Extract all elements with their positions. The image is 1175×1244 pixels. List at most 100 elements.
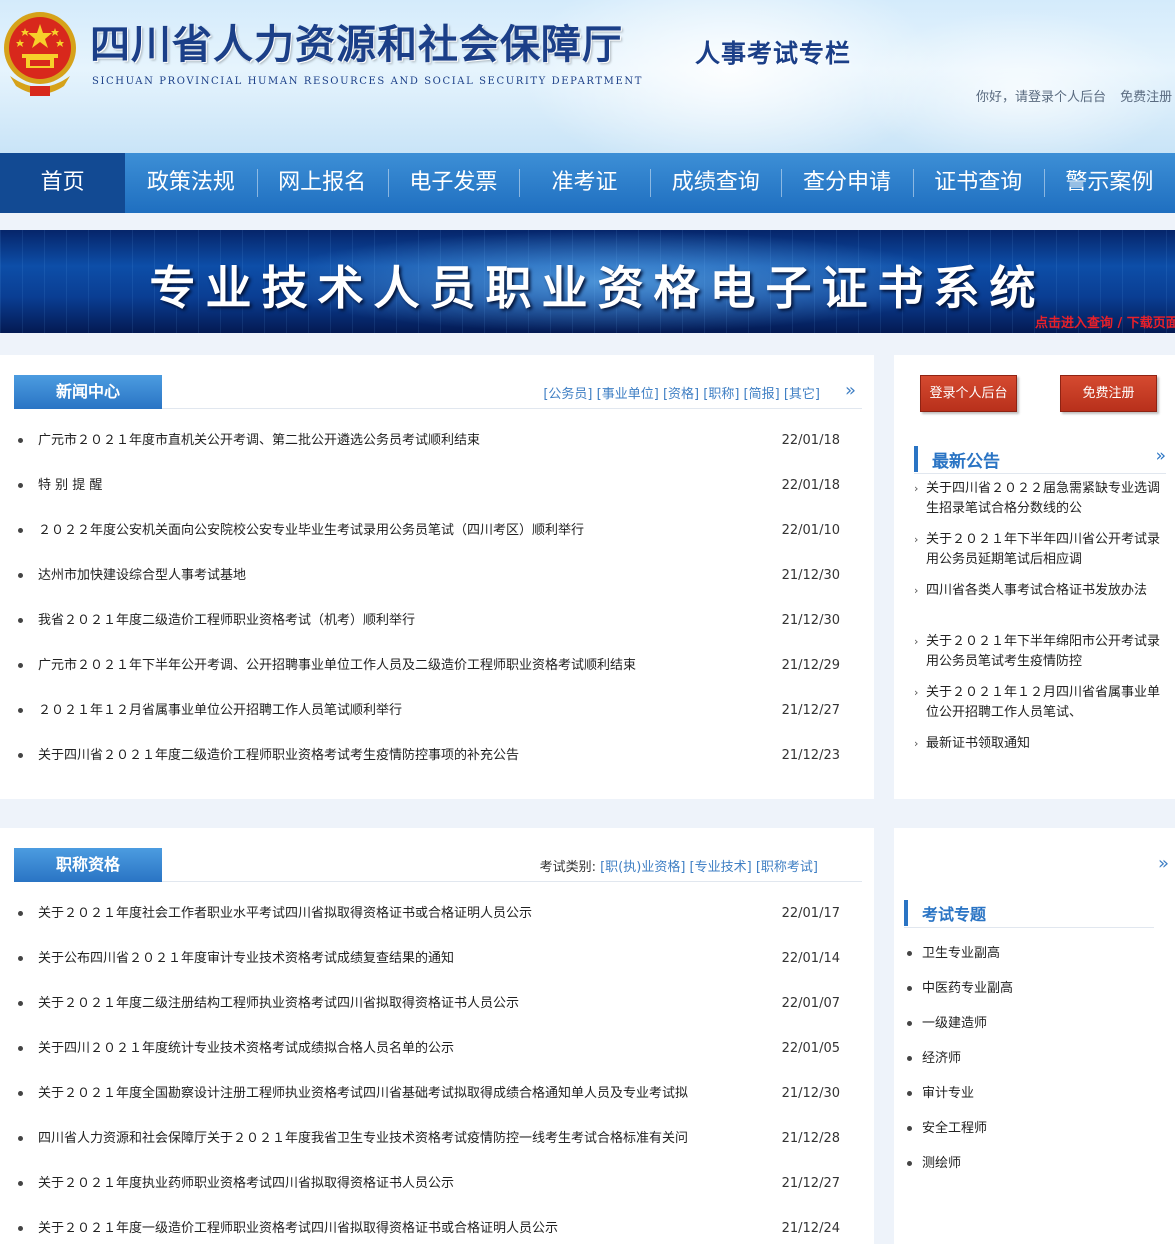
qualification-date: 22/01/14 [781,951,840,966]
news-title-link[interactable]: 广元市２０２１年度市直机关公开考调、第二批公开遴选公务员考试顺利结束 [38,418,768,463]
category-link[interactable]: [专业技术] [690,860,752,875]
list-item[interactable]: 测绘师 [904,1146,1154,1181]
category-link[interactable]: [职(执)业资格] [600,860,685,875]
notice-title[interactable]: 关于四川省２０２２届急需紧缺专业选调生招录笔试合格分数线的公 [914,479,1166,519]
category-link[interactable]: [职称考试] [756,860,818,875]
list-item[interactable]: 经济师 [904,1041,1154,1076]
news-date: 22/01/18 [781,433,840,448]
category-link[interactable]: [公务员] [543,387,592,402]
bullet-icon [18,753,23,758]
qualification-date: 21/12/28 [781,1131,840,1146]
qualification-title-link[interactable]: 关于２０２１年度执业药师职业资格考试四川省拟取得资格证书人员公示 [38,1161,768,1206]
list-item[interactable]: 卫生专业副高 [904,936,1154,971]
news-date: 21/12/23 [781,748,840,763]
list-item: ２０２２年度公安机关面向公安院校公安专业毕业生考试录用公务员笔试（四川考区）顺利… [14,508,846,553]
bullet-icon [18,573,23,578]
category-link[interactable]: [其它] [784,387,820,402]
list-item[interactable]: › 关于四川省２０２２届急需紧缺专业选调生招录笔试合格分数线的公 [914,479,1166,530]
nav-item-score-review[interactable]: 查分申请 [781,153,912,213]
category-link[interactable]: [资格] [663,387,699,402]
news-section-header: 新闻中心 [公务员] [事业单位] [资格] [职称] [简报] [其它] » [14,375,862,409]
bullet-icon [18,663,23,668]
nav-item-registration[interactable]: 网上报名 [256,153,388,213]
heading-bar [914,446,918,472]
qualification-date: 22/01/07 [781,996,840,1011]
login-backend-button[interactable]: 登录个人后台 [920,375,1017,412]
category-link[interactable]: [职称] [703,387,739,402]
nav-item-policy[interactable]: 政策法规 [125,153,256,213]
bullet-icon [907,1056,912,1061]
caret-right-icon: › [914,737,919,750]
qualification-section-title: 职称资格 [14,848,162,882]
qualification-title-link[interactable]: 关于２０２１年度全国勘察设计注册工程师执业资格考试四川省基础考试拟取得成绩合格通… [38,1071,768,1116]
notice-title[interactable]: 关于２０２１年下半年四川省公开考试录用公务员延期笔试后相应调 [914,530,1166,570]
list-item[interactable]: 一级建造师 [904,1006,1154,1041]
topic-link[interactable]: 一级建造师 [922,1006,987,1041]
nav-item-certificate-query[interactable]: 证书查询 [912,153,1044,213]
topic-link[interactable]: 经济师 [922,1041,961,1076]
notice-title[interactable]: 关于２０２１年下半年绵阳市公开考试录用公务员笔试考生疫情防控 [914,632,1166,672]
news-date: 21/12/29 [781,658,840,673]
list-item[interactable]: › 四川省各类人事考试合格证书发放办法 [914,581,1166,632]
exam-category-label: 考试类别: [539,860,596,875]
nav-item-score-query[interactable]: 成绩查询 [650,153,781,213]
nav-item-admission-ticket[interactable]: 准考证 [518,153,650,213]
qualification-title-link[interactable]: 关于２０２１年度社会工作者职业水平考试四川省拟取得资格证书或合格证明人员公示 [38,891,768,936]
double-chevron-right-icon[interactable]: » [1156,446,1166,466]
list-item[interactable]: 审计专业 [904,1076,1154,1111]
topic-link[interactable]: 审计专业 [922,1076,974,1111]
topic-link[interactable]: 中医药专业副高 [922,971,1013,1006]
notice-section-header: 最新公告 » [914,444,1166,474]
topic-link[interactable]: 测绘师 [922,1146,961,1181]
qualification-title-link[interactable]: 关于四川２０２１年度统计专业技术资格考试成绩拟合格人员名单的公示 [38,1026,768,1071]
news-title-link[interactable]: 广元市２０２１年下半年公开考调、公开招聘事业单位工作人员及二级造价工程师职业资格… [38,643,768,688]
list-item[interactable]: 中医药专业副高 [904,971,1154,1006]
qualification-date: 21/12/24 [781,1221,840,1236]
certificate-system-banner[interactable]: 专业技术人员职业资格电子证书系统 点击进入查询 / 下载页面 [0,230,1175,333]
notice-title[interactable]: 最新证书领取通知 [914,734,1166,774]
topic-link[interactable]: 卫生专业副高 [922,936,1000,971]
list-item[interactable]: 安全工程师 [904,1111,1154,1146]
category-link[interactable]: [事业单位] [597,387,659,402]
login-prompt-link[interactable]: 你好，请登录个人后台 [976,90,1106,105]
news-title-link[interactable]: 特 别 提 醒 [38,463,768,508]
list-item: 关于２０２１年度一级造价工程师职业资格考试四川省拟取得资格证书或合格证明人员公示… [14,1206,846,1244]
notice-title[interactable]: 四川省各类人事考试合格证书发放办法 [914,581,1166,621]
qualification-title-link[interactable]: 关于２０２１年度一级造价工程师职业资格考试四川省拟取得资格证书或合格证明人员公示 [38,1206,768,1244]
free-register-button[interactable]: 免费注册 [1060,375,1157,412]
list-item: 达州市加快建设综合型人事考试基地 21/12/30 [14,553,846,598]
double-chevron-right-icon[interactable]: » [845,380,856,401]
bullet-icon [18,956,23,961]
qualification-title-link[interactable]: 关于公布四川省２０２１年度审计专业技术资格考试成绩复查结果的通知 [38,936,768,981]
bullet-icon [907,986,912,991]
bullet-icon [907,1126,912,1131]
list-item[interactable]: › 最新证书领取通知 [914,734,1166,764]
news-date: 21/12/30 [781,613,840,628]
qualification-title-link[interactable]: 关于２０２１年度二级注册结构工程师执业资格考试四川省拟取得资格证书人员公示 [38,981,768,1026]
news-title-link[interactable]: ２０２２年度公安机关面向公安院校公安专业毕业生考试录用公务员笔试（四川考区）顺利… [38,508,768,553]
register-link[interactable]: 免费注册 [1120,90,1172,105]
news-title-link[interactable]: 我省２０２１年度二级造价工程师职业资格考试（机考）顺利举行 [38,598,768,643]
double-chevron-right-icon[interactable]: » [1158,853,1169,874]
caret-right-icon: › [914,635,919,648]
list-item: 四川省人力资源和社会保障厅关于２０２１年度我省卫生专业技术资格考试疫情防控一线考… [14,1116,846,1161]
bullet-icon [907,1091,912,1096]
qualification-date: 21/12/30 [781,1086,840,1101]
news-title-link[interactable]: 关于四川省２０２１年度二级造价工程师职业资格考试考生疫情防控事项的补充公告 [38,733,768,778]
news-title-link[interactable]: 达州市加快建设综合型人事考试基地 [38,553,768,598]
notice-title[interactable]: 关于２０２１年１２月四川省省属事业单位公开招聘工作人员笔试、 [914,683,1166,723]
category-link[interactable]: [简报] [744,387,780,402]
list-item[interactable]: › 关于２０２１年下半年绵阳市公开考试录用公务员笔试考生疫情防控 [914,632,1166,683]
topics-section-title: 考试专题 [922,905,987,924]
list-item[interactable]: › 关于２０２１年下半年四川省公开考试录用公务员延期笔试后相应调 [914,530,1166,581]
nav-item-warning-cases[interactable]: 警示案例 [1043,153,1175,213]
nav-item-home[interactable]: 首页 [0,153,126,213]
news-title-link[interactable]: ２０２１年１２月省属事业单位公开招聘工作人员笔试顺利举行 [38,688,768,733]
news-date: 21/12/30 [781,568,840,583]
nav-item-e-invoice[interactable]: 电子发票 [387,153,519,213]
list-item[interactable]: › 关于２０２１年１２月四川省省属事业单位公开招聘工作人员笔试、 [914,683,1166,734]
banner-query-link[interactable]: 点击进入查询 / 下载页面 [1035,312,1175,331]
topic-link[interactable]: 安全工程师 [922,1111,987,1146]
bullet-icon [18,483,23,488]
qualification-title-link[interactable]: 四川省人力资源和社会保障厅关于２０２１年度我省卫生专业技术资格考试疫情防控一线考… [38,1116,768,1161]
